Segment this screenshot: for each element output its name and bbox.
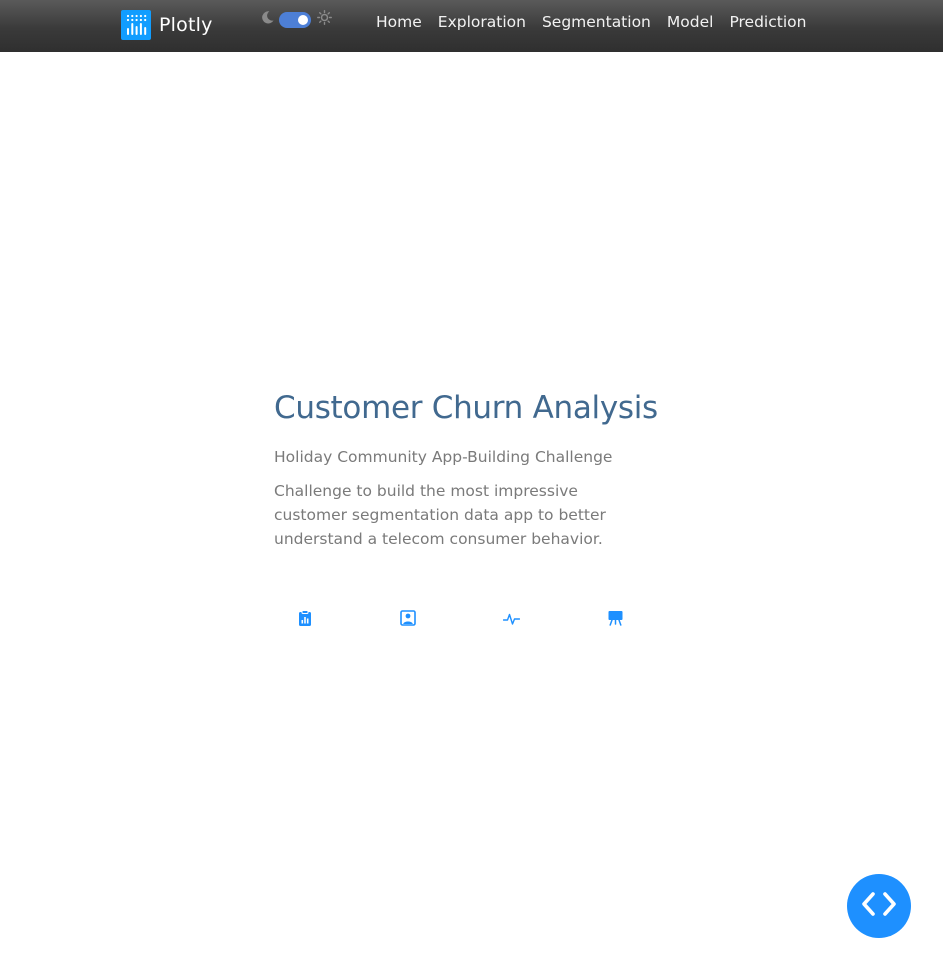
brand-link[interactable]: Plotly: [121, 10, 213, 40]
nav-links: Home Exploration Segmentation Model Pred…: [368, 0, 814, 44]
navbar: Plotly Home Exploration Segmentation Mod…: [0, 0, 943, 52]
plotly-logo-icon: [121, 10, 151, 40]
nav-home[interactable]: Home: [368, 13, 430, 31]
view-code-button[interactable]: [847, 874, 911, 938]
person-square-icon: [400, 610, 416, 630]
easel-icon: [608, 610, 623, 630]
clipboard-chart-icon: [298, 610, 312, 630]
page-description: Challenge to build the most impressive c…: [274, 482, 606, 548]
theme-switch[interactable]: [260, 10, 332, 29]
prediction-link[interactable]: [605, 610, 625, 630]
code-brackets-icon: [859, 890, 899, 922]
nav-segmentation[interactable]: Segmentation: [534, 13, 659, 31]
page-subtitle: Holiday Community App-Building Challenge: [274, 448, 613, 466]
theme-toggle[interactable]: [279, 11, 311, 28]
hero-section: Customer Churn Analysis Holiday Communit…: [274, 390, 674, 551]
brand-name: Plotly: [159, 14, 213, 36]
segmentation-link[interactable]: [398, 610, 418, 630]
nav-model[interactable]: Model: [659, 13, 722, 31]
toggle-knob: [298, 14, 308, 25]
exploration-link[interactable]: [295, 610, 315, 630]
page-title: Customer Churn Analysis: [274, 390, 658, 426]
activity-icon: [502, 611, 520, 630]
nav-exploration[interactable]: Exploration: [430, 13, 534, 31]
icon-links: [274, 610, 644, 630]
nav-prediction[interactable]: Prediction: [721, 13, 814, 31]
moon-icon: [260, 10, 275, 29]
sun-icon: [317, 10, 332, 29]
model-link[interactable]: [501, 610, 521, 630]
